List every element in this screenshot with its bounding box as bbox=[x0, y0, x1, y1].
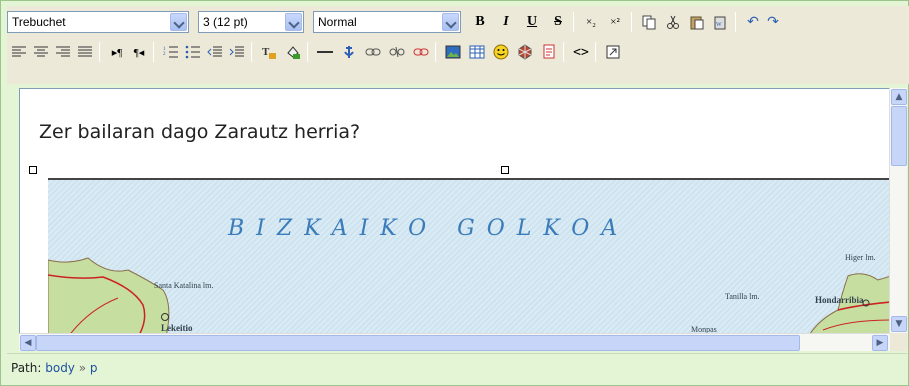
path-crumb-body[interactable]: body bbox=[45, 361, 75, 375]
scroll-right-icon[interactable]: ▶ bbox=[872, 335, 888, 351]
html-source-icon[interactable]: <> bbox=[571, 42, 591, 62]
fullscreen-icon[interactable] bbox=[603, 42, 623, 62]
unlink-icon[interactable] bbox=[387, 42, 407, 62]
map-image[interactable]: BIZKAIKO GOLKOA Santa Katalina lm. Lekei… bbox=[48, 178, 889, 333]
map-label: Hondarribia bbox=[815, 295, 864, 305]
rtl-icon[interactable]: ¶◂ bbox=[129, 42, 149, 62]
copy-icon[interactable] bbox=[639, 12, 659, 32]
remove-link-icon[interactable] bbox=[411, 42, 431, 62]
resize-handle[interactable] bbox=[29, 166, 37, 174]
outdent-icon[interactable] bbox=[205, 42, 225, 62]
horizontal-scrollbar[interactable]: ◀ ▶ bbox=[19, 333, 890, 351]
separator bbox=[735, 12, 736, 32]
scroll-left-icon[interactable]: ◀ bbox=[20, 335, 36, 351]
cut-icon[interactable] bbox=[663, 12, 683, 32]
align-right-icon[interactable] bbox=[53, 42, 73, 62]
status-path-bar: Path: body » p bbox=[7, 353, 907, 381]
resize-handle[interactable] bbox=[501, 166, 509, 174]
path-label: Path: bbox=[11, 361, 42, 375]
align-left-icon[interactable] bbox=[9, 42, 29, 62]
redo-icon[interactable]: ↷ bbox=[763, 12, 783, 32]
font-size-select[interactable]: 3 (12 pt) bbox=[198, 11, 304, 33]
special-char-icon[interactable] bbox=[515, 42, 535, 62]
question-text[interactable]: Zer bailaran dago Zarautz herria? bbox=[39, 121, 360, 143]
background-color-icon[interactable] bbox=[283, 42, 303, 62]
font-family-value: Trebuchet bbox=[12, 15, 66, 29]
paste-word-icon[interactable]: W bbox=[711, 12, 731, 32]
horizontal-scroll-thumb[interactable] bbox=[36, 335, 800, 351]
scroll-down-icon[interactable]: ▼ bbox=[891, 316, 907, 332]
map-label: Lekeitio bbox=[161, 323, 193, 333]
svg-text:2: 2 bbox=[163, 52, 166, 57]
svg-text:T: T bbox=[262, 46, 270, 58]
insert-file-icon[interactable] bbox=[539, 42, 559, 62]
image-icon[interactable] bbox=[443, 42, 463, 62]
map-title: BIZKAIKO GOLKOA bbox=[228, 216, 630, 241]
ltr-icon[interactable]: ▸¶ bbox=[107, 42, 127, 62]
separator bbox=[251, 42, 252, 62]
text-color-icon[interactable]: T bbox=[259, 42, 279, 62]
map-label: Higer lm. bbox=[845, 253, 876, 262]
indent-icon[interactable] bbox=[227, 42, 247, 62]
map-drawing bbox=[48, 257, 889, 333]
separator bbox=[99, 42, 100, 62]
link-icon[interactable] bbox=[363, 42, 383, 62]
smiley-icon[interactable] bbox=[491, 42, 511, 62]
underline-button[interactable]: U bbox=[522, 12, 542, 32]
editor-content-area[interactable]: Zer bailaran dago Zarautz herria? BIZKAI… bbox=[19, 88, 890, 334]
separator bbox=[307, 42, 308, 62]
align-center-icon[interactable] bbox=[31, 42, 51, 62]
svg-text:W: W bbox=[716, 22, 722, 28]
paragraph-format-value: Normal bbox=[318, 15, 357, 29]
paragraph-format-select[interactable]: Normal bbox=[313, 11, 461, 33]
path-crumb-p[interactable]: p bbox=[90, 361, 98, 375]
anchor-icon[interactable] bbox=[339, 42, 359, 62]
vertical-scrollbar[interactable]: ▲ ▼ bbox=[889, 88, 907, 334]
chevron-down-icon[interactable] bbox=[170, 13, 187, 31]
separator bbox=[563, 42, 564, 62]
separator bbox=[435, 42, 436, 62]
subscript-button[interactable]: ×₂ bbox=[581, 12, 601, 32]
paste-icon[interactable] bbox=[687, 12, 707, 32]
undo-icon[interactable]: ↶ bbox=[743, 12, 763, 32]
superscript-button[interactable]: ×² bbox=[605, 12, 625, 32]
map-label: Santa Katalina lm. bbox=[154, 281, 214, 290]
chevron-down-icon[interactable] bbox=[442, 13, 459, 31]
strikethrough-button[interactable]: S bbox=[548, 12, 568, 32]
chevron-down-icon[interactable] bbox=[285, 13, 302, 31]
horizontal-rule-icon[interactable] bbox=[315, 42, 335, 62]
vertical-scroll-thumb[interactable] bbox=[891, 106, 907, 166]
scrollbar-corner bbox=[890, 333, 907, 351]
map-label: Tanilla lm. bbox=[725, 292, 760, 301]
table-icon[interactable] bbox=[467, 42, 487, 62]
separator bbox=[153, 42, 154, 62]
font-family-select[interactable]: Trebuchet bbox=[7, 11, 189, 33]
align-justify-icon[interactable] bbox=[75, 42, 95, 62]
path-separator: » bbox=[78, 361, 87, 375]
separator bbox=[631, 12, 632, 32]
separator bbox=[573, 12, 574, 32]
bold-button[interactable]: B bbox=[470, 12, 490, 32]
separator bbox=[595, 42, 596, 62]
toolbar-area: Trebuchet 3 (12 pt) Normal B I U S ×₂ ×² bbox=[7, 6, 909, 84]
unordered-list-icon[interactable] bbox=[183, 42, 203, 62]
editor-frame: Trebuchet 3 (12 pt) Normal B I U S ×₂ ×² bbox=[0, 0, 909, 386]
scroll-up-icon[interactable]: ▲ bbox=[891, 89, 907, 105]
ordered-list-icon[interactable]: 12 bbox=[161, 42, 181, 62]
font-size-value: 3 (12 pt) bbox=[203, 15, 248, 29]
italic-button[interactable]: I bbox=[496, 12, 516, 32]
